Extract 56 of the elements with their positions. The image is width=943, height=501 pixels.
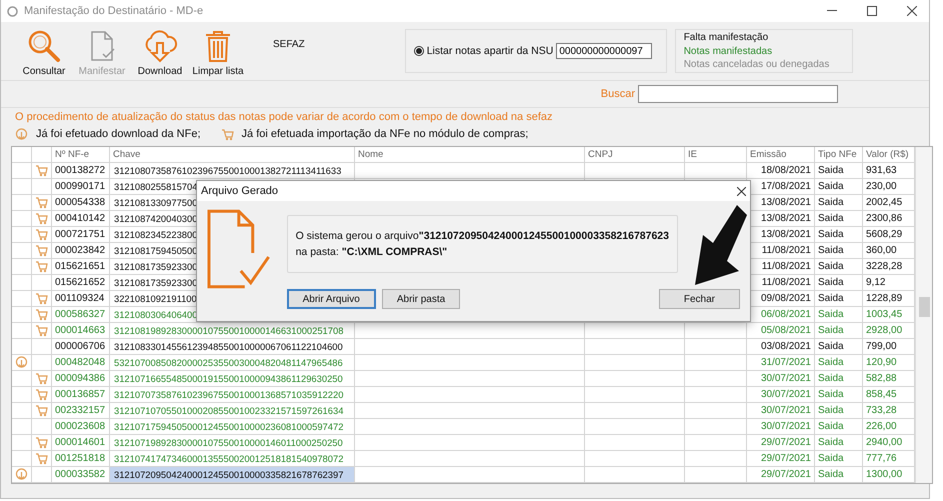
cart-icon (35, 196, 48, 209)
cart-icon (35, 404, 48, 417)
legend-text: Já foi efetuada importação da NFe no módulo de compras; (242, 128, 528, 140)
dialog-button[interactable]: Abrir Arquivo (286, 289, 376, 309)
cart-icon (35, 228, 48, 241)
dialog-title: Arquivo Gerado (201, 185, 278, 197)
radio-label: Listar notas apartir da NSU (426, 45, 554, 57)
app-icon (7, 6, 18, 16)
cart-icon (35, 324, 48, 337)
document-check-icon (205, 207, 273, 291)
cart-icon (35, 372, 48, 385)
toolbar-button[interactable]: Download (131, 25, 189, 77)
radio-button[interactable] (414, 46, 424, 56)
table-cell: Saida (815, 467, 863, 483)
column-header[interactable]: Emissão (747, 147, 815, 163)
cloud-download-icon (15, 468, 28, 481)
cart-icon (35, 388, 48, 401)
toolbar-button[interactable]: Consultar (15, 25, 73, 77)
cart-icon (35, 260, 48, 273)
legend-text: Já foi efetuado download da NFe; (36, 128, 201, 140)
column-header[interactable]: Tipo NFe (815, 147, 863, 163)
column-header[interactable]: Chave (110, 147, 355, 163)
cloud-download-icon (15, 128, 28, 140)
column-header[interactable]: CNPJ (585, 147, 685, 163)
cart-icon (35, 452, 48, 465)
cart-icon (35, 308, 48, 321)
scroll-thumb[interactable] (919, 297, 930, 317)
column-header[interactable]: IE (685, 147, 747, 163)
trash-icon (203, 29, 233, 63)
table-cell: 29/07/2021 (747, 467, 815, 483)
search-field[interactable] (638, 85, 838, 103)
close-icon[interactable] (737, 186, 746, 196)
toolbar-button[interactable]: Limpar lista (189, 25, 247, 77)
dialog-button[interactable]: Fechar (658, 289, 740, 309)
legend-text: Notas manifestadas (684, 46, 774, 56)
search-icon (27, 29, 61, 63)
search-label: Buscar (600, 88, 635, 100)
cart-icon (35, 292, 48, 305)
nsu-field[interactable]: 000000000000097 (556, 43, 652, 59)
legend-text: Falta manifestação (684, 32, 770, 43)
column-header[interactable]: Valor (R$) (863, 147, 915, 163)
legend-text: Notas canceladas ou denegadas (684, 59, 830, 70)
dialog-button[interactable]: Abrir pasta (382, 289, 460, 309)
scrollbar[interactable] (915, 147, 932, 483)
section-label: SEFAZ (273, 38, 305, 50)
cart-icon (35, 244, 48, 257)
cart-icon (35, 436, 48, 449)
table-cell: 31210720950424000124550010000335821678762397 (110, 467, 355, 483)
cart-icon (220, 128, 234, 140)
cart-icon (35, 164, 48, 177)
window-title: Manifestação do Destinatário - MD-e (24, 5, 204, 17)
column-header[interactable]: Nome (355, 147, 585, 163)
notice-text: O procedimento de atualização do status das notas pode variar de acordo com o tempo de download na sefaz (14, 110, 554, 124)
cloud-download-icon (15, 356, 28, 369)
column-header[interactable]: Nº NF-e (52, 147, 110, 163)
cart-icon (35, 212, 48, 225)
